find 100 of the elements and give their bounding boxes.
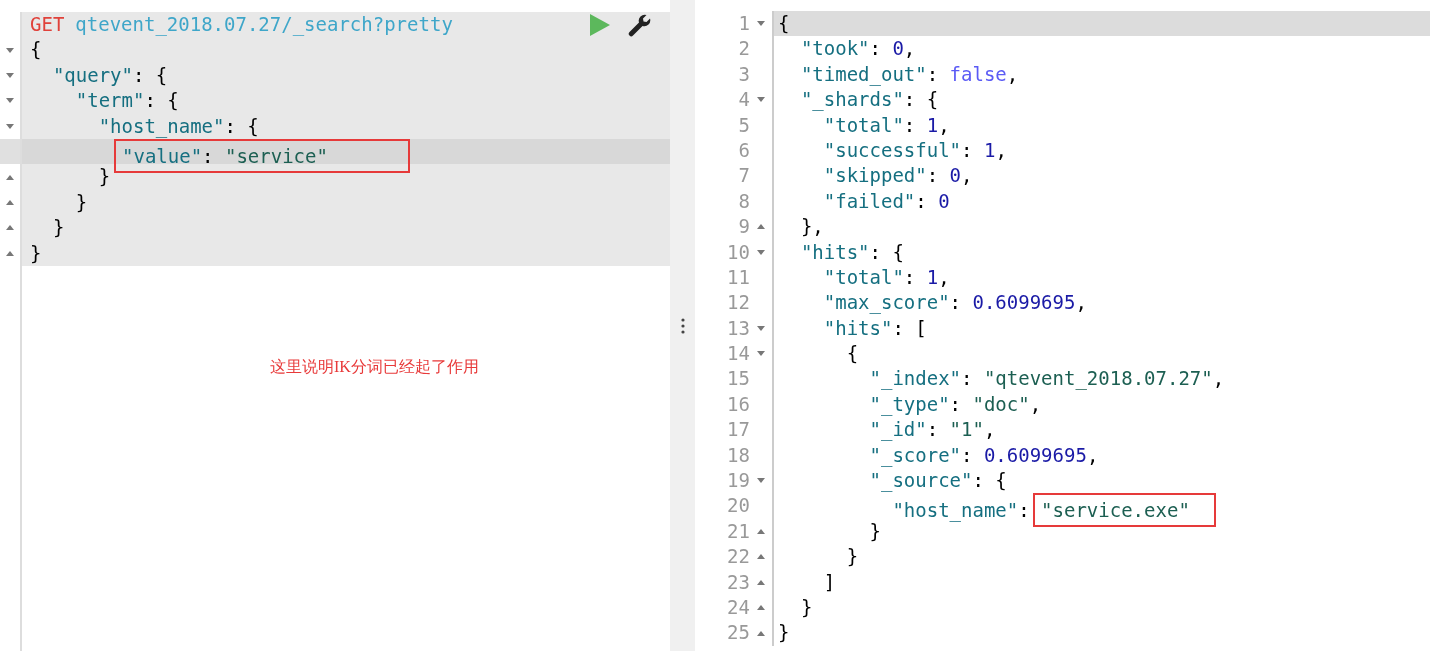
json-key: "max_score" [778, 291, 950, 314]
json-key: "host_name" [30, 113, 225, 139]
json-punctuation: { [778, 12, 790, 34]
fold-up-icon[interactable] [757, 579, 765, 585]
json-punctuation: : [869, 37, 882, 60]
json-punctuation: }, [799, 215, 824, 238]
json-punctuation: , [995, 138, 1007, 161]
line-number: 14 [726, 341, 750, 367]
line-number: 17 [726, 417, 750, 443]
json-punctuation: } [97, 164, 111, 190]
line-number: 11 [726, 264, 750, 290]
json-number: 1 [983, 138, 996, 161]
json-number: 1 [926, 265, 939, 288]
fold-down-icon[interactable] [757, 351, 765, 357]
json-key: "query" [30, 62, 133, 89]
line-number: 13 [726, 315, 750, 341]
line-number: 15 [726, 366, 750, 392]
json-punctuation: : { [903, 88, 939, 111]
fold-up-icon[interactable] [757, 529, 765, 534]
json-punctuation: , [1212, 367, 1225, 390]
request-editor[interactable]: GET qtevent_2018.07.27/_search?pretty { "query": { "term": { "host_name": { "value": "service" } } } } [22, 12, 670, 266]
json-key: "successful" [778, 138, 962, 161]
json-key: "_shards" [778, 88, 904, 111]
json-punctuation: , [983, 418, 996, 441]
fold-down-icon[interactable] [6, 123, 14, 129]
line-number: 5 [737, 112, 750, 138]
json-string: "service.exe" [1041, 499, 1190, 522]
json-punctuation: , [938, 113, 950, 136]
json-punctuation: : [903, 113, 917, 136]
wrench-icon[interactable] [628, 12, 652, 37]
json-punctuation: : [949, 392, 963, 415]
json-key: "took" [778, 37, 870, 60]
line-number: 22 [726, 544, 750, 570]
json-key: "_id" [778, 418, 927, 441]
json-key: "value" [122, 144, 203, 167]
json-number: 0 [938, 189, 950, 212]
line-number: 6 [737, 137, 750, 163]
fold-up-icon[interactable] [6, 250, 14, 256]
json-punctuation: : [ [892, 316, 927, 339]
json-number: 0 [892, 37, 904, 60]
fold-down-icon[interactable] [757, 21, 765, 27]
json-string: "doc" [972, 392, 1030, 415]
json-key: "total" [778, 113, 904, 136]
line-number: 1 [737, 11, 750, 36]
json-punctuation: , [961, 164, 973, 187]
json-punctuation: } [799, 596, 813, 618]
json-string: "service" [224, 144, 328, 167]
json-boolean: false [949, 62, 1007, 85]
json-key: "skipped" [778, 164, 927, 187]
json-punctuation: , [1075, 291, 1087, 314]
json-punctuation: ] [822, 570, 836, 593]
json-punctuation: : { [224, 113, 259, 139]
json-punctuation: : [926, 418, 940, 441]
fold-up-icon[interactable] [757, 630, 765, 636]
line-number: 9 [737, 214, 750, 240]
json-punctuation: , [1006, 62, 1019, 85]
json-key: "term" [30, 88, 145, 114]
json-punctuation: } [845, 545, 859, 568]
json-key: "_source" [778, 469, 973, 492]
fold-down-icon[interactable] [757, 325, 765, 331]
json-punctuation: : { [869, 240, 904, 263]
annotation-note: 这里说明IK分词已经起了作用 [270, 357, 479, 375]
json-punctuation: : [926, 164, 940, 187]
json-punctuation: { [30, 37, 42, 63]
json-punctuation: : [949, 291, 963, 314]
json-punctuation: : [903, 265, 917, 288]
line-number: 23 [726, 569, 750, 595]
json-punctuation: , [1086, 443, 1099, 466]
json-key: "timed_out" [778, 62, 927, 85]
fold-up-icon[interactable] [757, 554, 765, 560]
fold-up-icon[interactable] [6, 225, 14, 231]
drag-handle-icon[interactable] [680, 317, 685, 334]
fold-down-icon[interactable] [757, 478, 765, 484]
line-number: 25 [726, 620, 750, 646]
line-number: 20 [726, 493, 750, 519]
line-number: 10 [726, 239, 750, 265]
fold-down-icon[interactable] [6, 98, 14, 104]
fold-up-icon[interactable] [757, 605, 765, 611]
fold-up-icon[interactable] [6, 174, 14, 180]
json-punctuation: { [845, 342, 859, 365]
json-number: 0 [949, 164, 962, 187]
fold-up-icon[interactable] [6, 199, 14, 205]
json-punctuation: : [926, 62, 940, 85]
json-key: "_score" [778, 443, 962, 466]
json-punctuation: , [938, 265, 950, 288]
fold-down-icon[interactable] [757, 97, 765, 103]
json-punctuation: , [903, 37, 916, 60]
json-key: "_type" [778, 392, 950, 415]
fold-down-icon[interactable] [6, 47, 14, 53]
json-punctuation: } [868, 519, 881, 542]
json-punctuation: : [202, 144, 215, 167]
json-punctuation: } [51, 215, 65, 241]
json-punctuation: } [778, 621, 790, 644]
fold-down-icon[interactable] [6, 72, 14, 78]
json-punctuation: : [961, 138, 974, 161]
line-number: 8 [737, 188, 750, 214]
fold-up-icon[interactable] [757, 224, 765, 230]
json-string: "1" [949, 418, 984, 441]
json-punctuation: : { [972, 469, 1007, 492]
fold-down-icon[interactable] [757, 249, 765, 255]
